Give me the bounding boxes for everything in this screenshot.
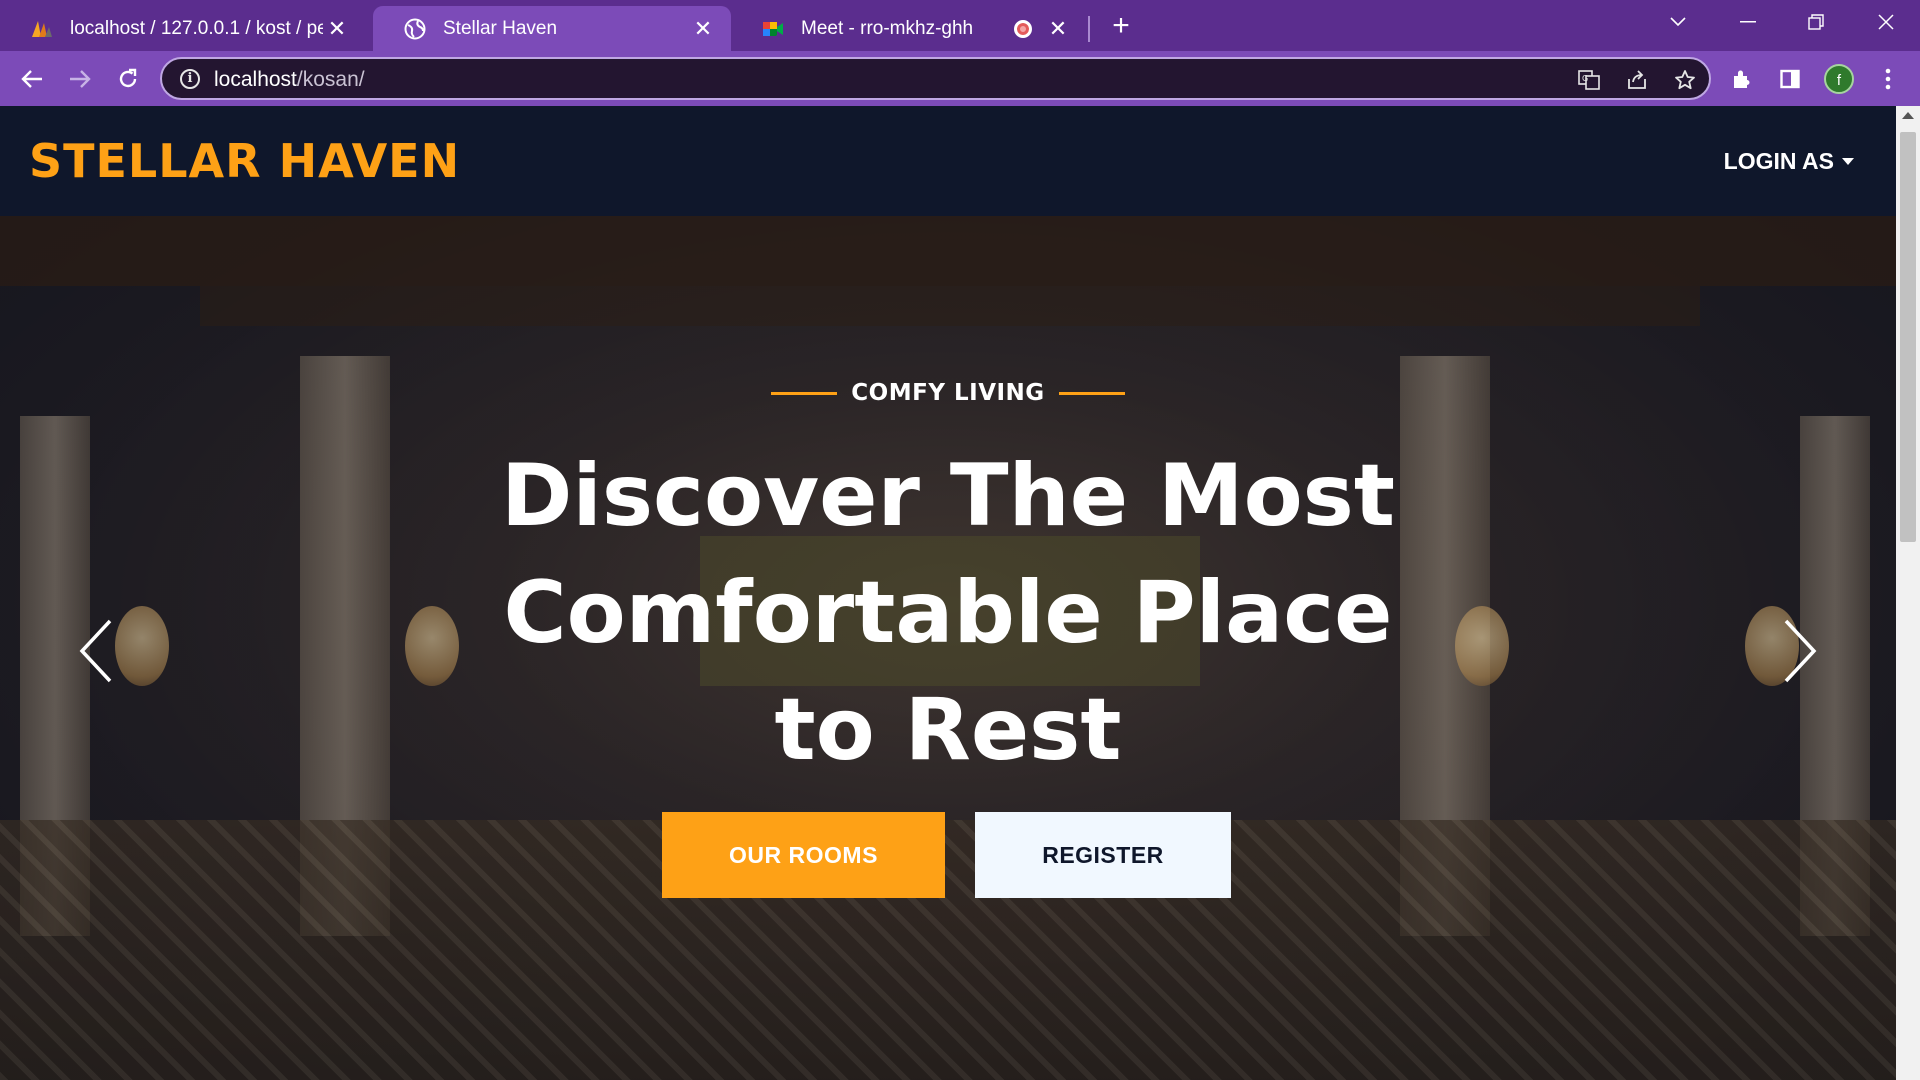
headline-line: Discover The Most bbox=[501, 446, 1395, 546]
tab-search-icon[interactable] bbox=[1644, 0, 1712, 44]
brand-logo[interactable]: STELLAR HAVEN bbox=[29, 134, 460, 188]
url-text[interactable]: localhost/kosan/ bbox=[214, 68, 365, 92]
carousel-next-icon[interactable] bbox=[1776, 606, 1826, 696]
share-icon[interactable] bbox=[1624, 67, 1650, 93]
tab-title: localhost / 127.0.0.1 / kost / pem bbox=[70, 17, 323, 39]
recording-icon bbox=[1014, 19, 1032, 38]
tab-title: Meet - rro-mkhz-ghh bbox=[801, 17, 974, 39]
address-bar[interactable]: i localhost/kosan/ G bbox=[160, 57, 1711, 100]
hero-headline: Discover The Most Comfortable Place to R… bbox=[398, 438, 1498, 789]
hero-eyebrow: COMFY LIVING bbox=[0, 380, 1896, 406]
new-tab-button[interactable]: + bbox=[1104, 10, 1138, 44]
bookmark-star-icon[interactable] bbox=[1672, 67, 1698, 93]
phpmyadmin-icon bbox=[30, 17, 54, 41]
caret-down-icon bbox=[1842, 158, 1854, 165]
web-page: STELLAR HAVEN LOGIN AS COMFY LIVING Disc… bbox=[0, 106, 1896, 1080]
tab-title: Stellar Haven bbox=[443, 17, 558, 39]
register-button[interactable]: REGISTER bbox=[975, 812, 1231, 898]
close-window-button[interactable] bbox=[1852, 0, 1920, 44]
our-rooms-button[interactable]: OUR ROOMS bbox=[662, 812, 945, 898]
google-meet-icon bbox=[761, 17, 785, 41]
profile-avatar[interactable]: f bbox=[1824, 64, 1854, 94]
reload-button[interactable] bbox=[108, 59, 148, 99]
tab-phpmyadmin[interactable]: localhost / 127.0.0.1 / kost / pem ✕ bbox=[0, 6, 365, 51]
accent-line bbox=[1058, 391, 1125, 395]
url-path: /kosan/ bbox=[296, 68, 365, 91]
tab-stellar-haven[interactable]: Stellar Haven ✕ bbox=[373, 6, 731, 51]
forward-button[interactable] bbox=[60, 59, 100, 99]
url-host: localhost bbox=[214, 68, 297, 91]
headline-line: Comfortable Place bbox=[503, 563, 1393, 663]
accent-line bbox=[771, 391, 838, 395]
carousel-prev-icon[interactable] bbox=[70, 606, 120, 696]
site-navbar: STELLAR HAVEN LOGIN AS bbox=[0, 106, 1896, 216]
login-as-dropdown[interactable]: LOGIN AS bbox=[1724, 148, 1854, 175]
svg-text:G: G bbox=[1582, 74, 1588, 83]
hero-carousel: COMFY LIVING Discover The Most Comfortab… bbox=[0, 216, 1896, 1080]
side-panel-icon[interactable] bbox=[1774, 63, 1806, 95]
globe-icon bbox=[403, 17, 427, 41]
back-button[interactable] bbox=[12, 59, 52, 99]
minimize-button[interactable] bbox=[1714, 0, 1782, 44]
close-tab-icon[interactable]: ✕ bbox=[1044, 15, 1072, 43]
close-tab-icon[interactable]: ✕ bbox=[689, 15, 717, 43]
tab-separator bbox=[1088, 16, 1090, 42]
extensions-icon[interactable] bbox=[1726, 63, 1758, 95]
scroll-thumb[interactable] bbox=[1900, 132, 1916, 542]
translate-icon[interactable]: G bbox=[1576, 67, 1602, 93]
scroll-up-icon[interactable] bbox=[1902, 112, 1914, 119]
restore-button[interactable] bbox=[1782, 0, 1850, 44]
page-scrollbar[interactable] bbox=[1896, 106, 1920, 1080]
site-info-icon[interactable]: i bbox=[180, 69, 200, 89]
browser-tab-strip: localhost / 127.0.0.1 / kost / pem ✕ Ste… bbox=[0, 0, 1920, 51]
headline-line: to Rest bbox=[774, 680, 1122, 780]
menu-kebab-icon[interactable] bbox=[1872, 63, 1904, 95]
close-tab-icon[interactable]: ✕ bbox=[323, 15, 351, 43]
tab-meet[interactable]: Meet - rro-mkhz-ghh ✕ bbox=[731, 6, 1086, 51]
login-as-label: LOGIN AS bbox=[1723, 148, 1834, 174]
browser-toolbar: i localhost/kosan/ G f bbox=[0, 51, 1920, 106]
eyebrow-text: COMFY LIVING bbox=[851, 380, 1045, 406]
